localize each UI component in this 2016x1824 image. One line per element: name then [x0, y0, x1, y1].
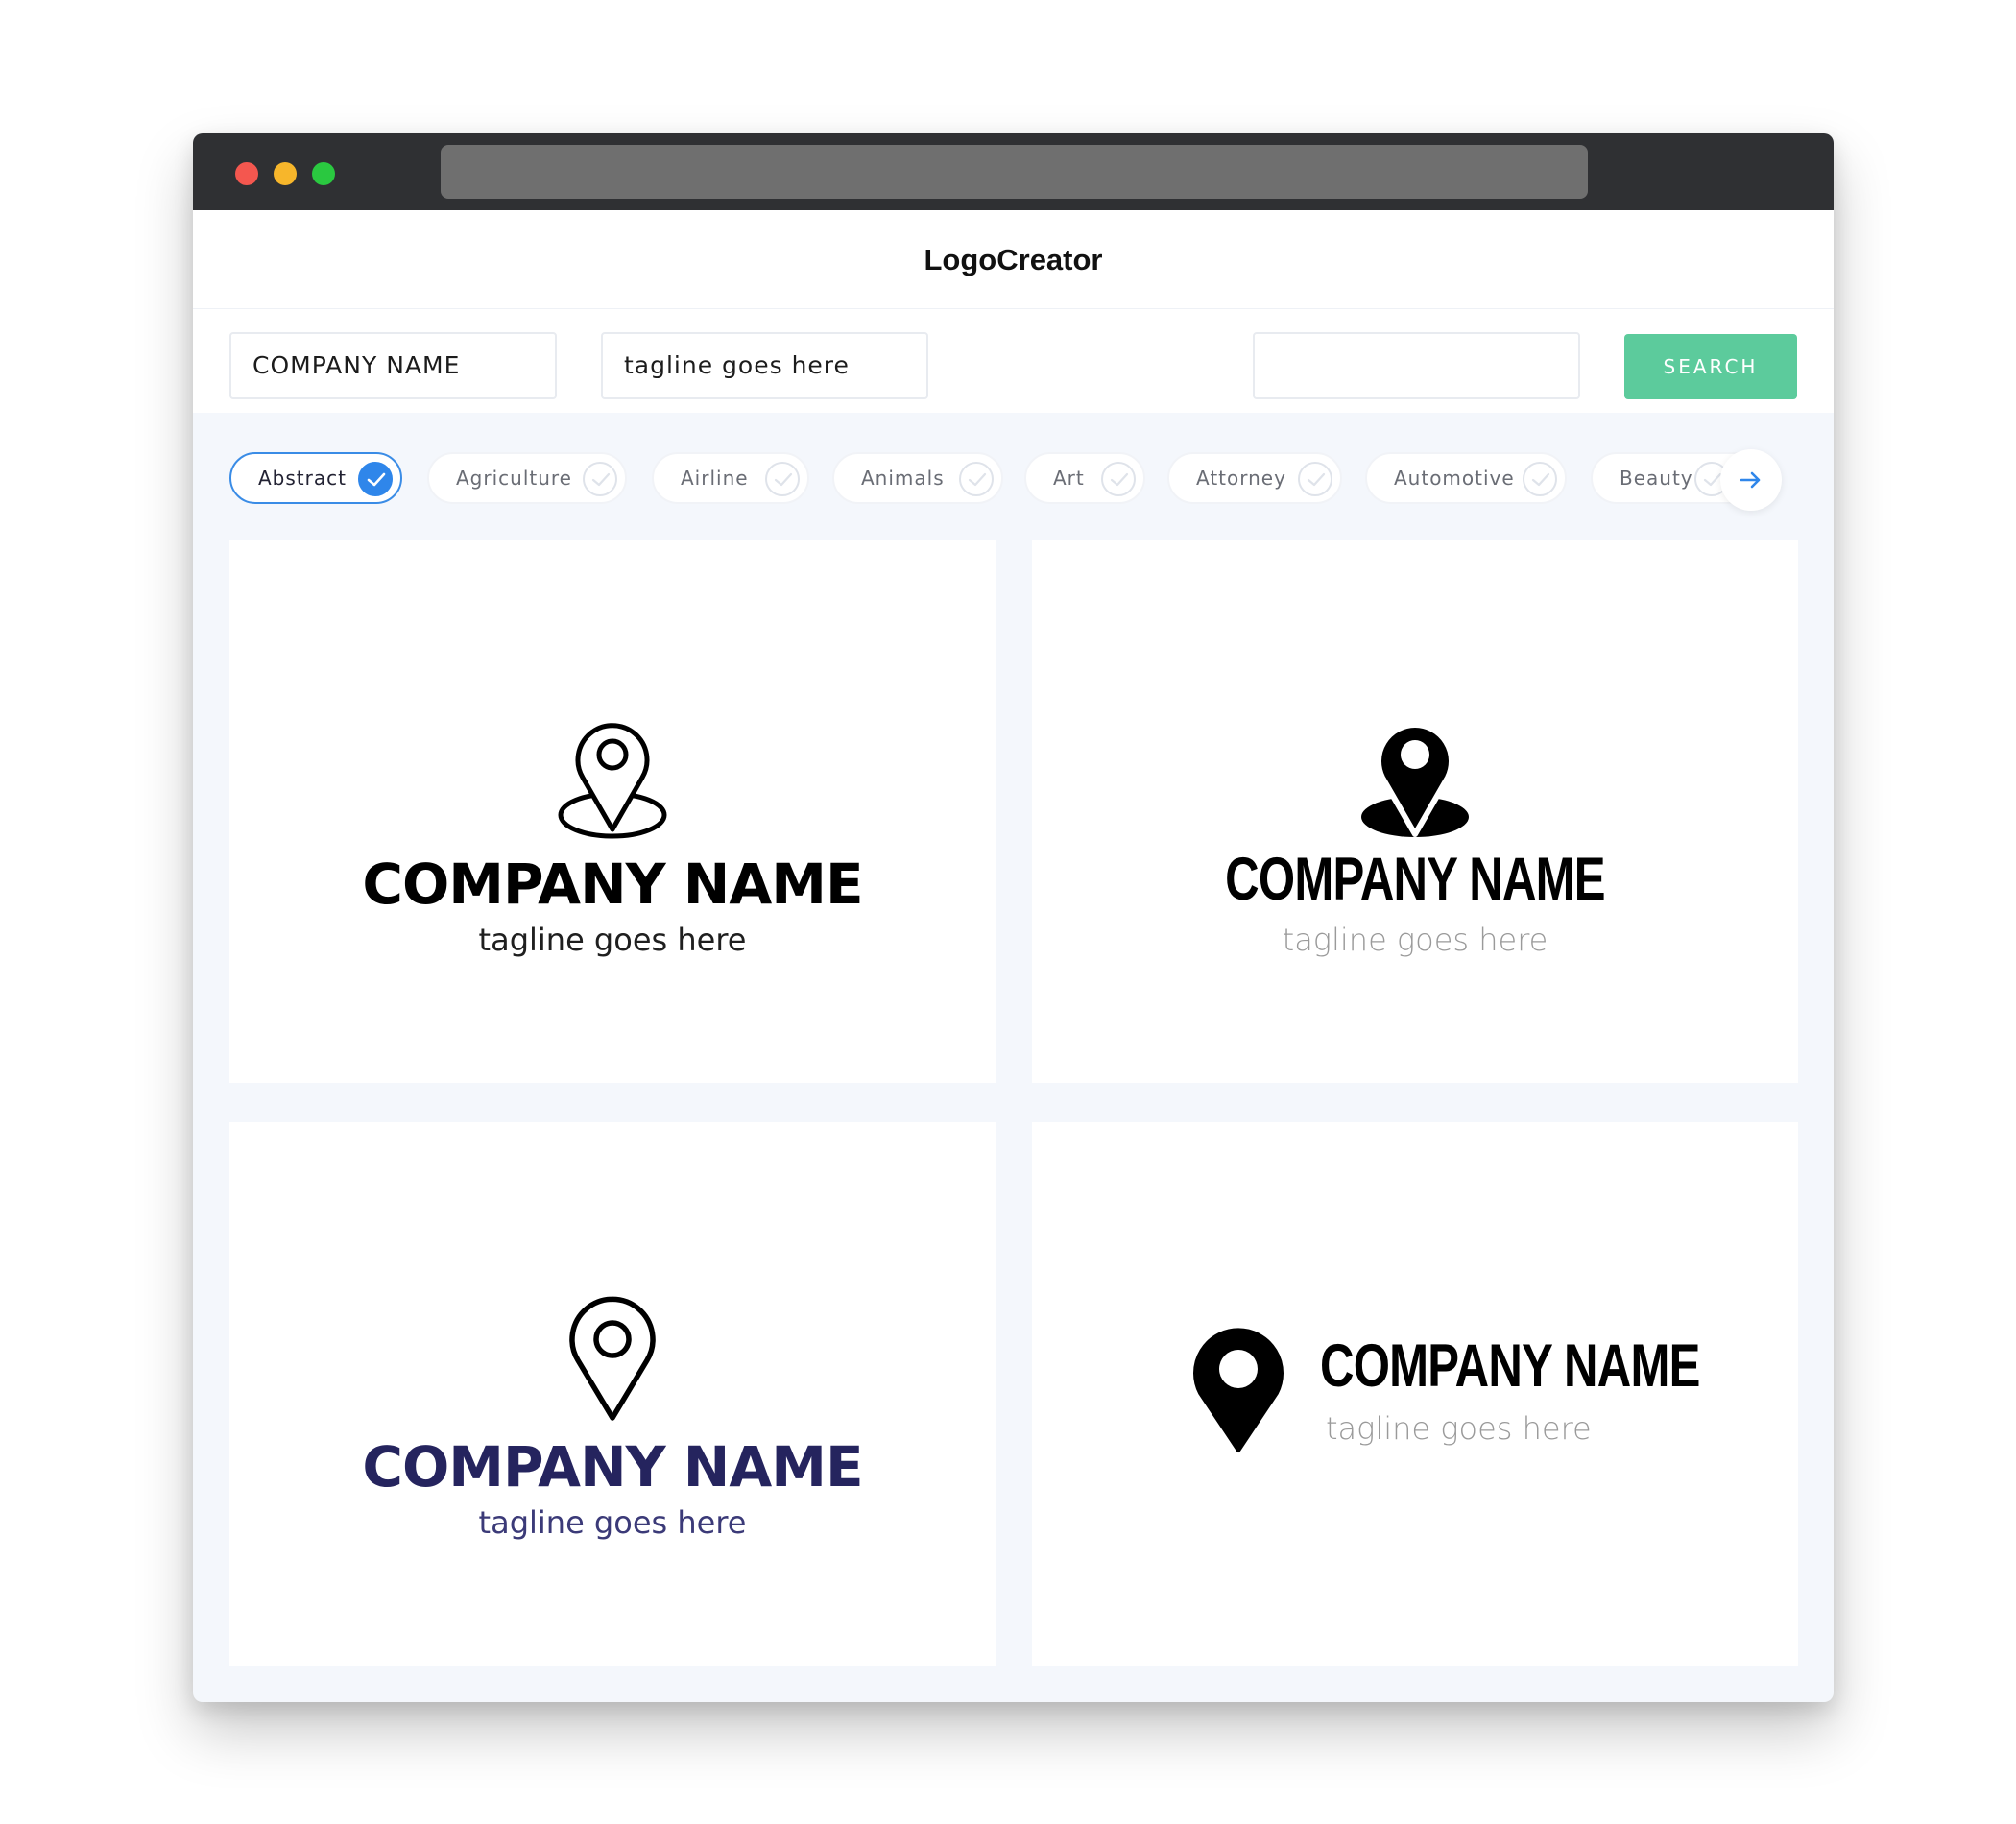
category-chip-label: Attorney — [1196, 467, 1286, 490]
next-categories-button[interactable] — [1720, 449, 1782, 511]
close-window-button[interactable] — [235, 162, 258, 185]
arrow-right-icon — [1740, 471, 1761, 489]
category-chip-animals[interactable]: Animals — [832, 452, 1003, 504]
logo-company-name: COMPANY NAME — [362, 852, 863, 917]
logo-company-name: COMPANY NAME — [1225, 846, 1605, 913]
brand-logo[interactable]: LogoCreator — [193, 210, 1834, 309]
category-chip-label: Automotive — [1394, 467, 1515, 490]
logo-company-name: COMPANY NAME — [362, 1434, 863, 1500]
search-button[interactable]: SEARCH — [1624, 334, 1797, 399]
address-bar[interactable] — [441, 145, 1588, 199]
maximize-window-button[interactable] — [312, 162, 335, 185]
category-chip-airline[interactable]: Airline — [652, 452, 809, 504]
logo-tagline: tagline goes here — [478, 1504, 747, 1541]
logo-company-name: COMPANY NAME — [1320, 1332, 1700, 1400]
category-chip-abstract[interactable]: Abstract — [229, 452, 402, 504]
check-icon — [959, 462, 994, 496]
location-pin-solid-icon — [1361, 722, 1469, 837]
keyword-input[interactable] — [1253, 332, 1580, 399]
location-pin-outline-icon — [558, 723, 667, 839]
check-icon — [358, 462, 393, 496]
minimize-window-button[interactable] — [274, 162, 297, 185]
logo-card[interactable]: COMPANY NAME tagline goes here — [229, 540, 996, 1083]
category-chip-label: Art — [1053, 467, 1085, 490]
location-pin-outline-icon — [569, 1296, 656, 1421]
category-chips: Abstract Agriculture Airline Animals Art… — [229, 452, 1765, 506]
location-pin-solid-icon — [1193, 1328, 1284, 1452]
check-icon — [583, 462, 617, 496]
category-chip-label: Animals — [861, 467, 945, 490]
logo-card[interactable]: COMPANY NAME tagline goes here — [1032, 540, 1798, 1083]
category-chip-label: Abstract — [258, 467, 347, 490]
logo-card[interactable]: COMPANY NAME tagline goes here — [229, 1122, 996, 1666]
title-bar — [193, 133, 1834, 210]
check-icon — [1101, 462, 1136, 496]
check-icon — [765, 462, 800, 496]
category-chip-automotive[interactable]: Automotive — [1365, 452, 1567, 504]
logo-card[interactable]: COMPANY NAME tagline goes here — [1032, 1122, 1798, 1666]
logo-tagline: tagline goes here — [478, 922, 747, 958]
category-chip-attorney[interactable]: Attorney — [1167, 452, 1342, 504]
check-icon — [1298, 462, 1332, 496]
company-name-input[interactable]: COMPANY NAME — [229, 332, 557, 399]
top-nav: LogoCreator — [193, 210, 1834, 309]
category-chip-label: Agriculture — [456, 467, 572, 490]
logo-tagline: tagline goes here — [1326, 1410, 1592, 1447]
check-icon — [1523, 462, 1557, 496]
category-chip-art[interactable]: Art — [1024, 452, 1145, 504]
category-chip-label: Beauty — [1620, 467, 1693, 490]
category-chip-agriculture[interactable]: Agriculture — [427, 452, 627, 504]
browser-window: LogoCreator COMPANY NAME tagline goes he… — [193, 133, 1834, 1702]
search-row: COMPANY NAME tagline goes here SEARCH — [193, 309, 1834, 413]
logo-tagline: tagline goes here — [1282, 922, 1548, 958]
category-chip-label: Airline — [681, 467, 749, 490]
tagline-input[interactable]: tagline goes here — [601, 332, 928, 399]
